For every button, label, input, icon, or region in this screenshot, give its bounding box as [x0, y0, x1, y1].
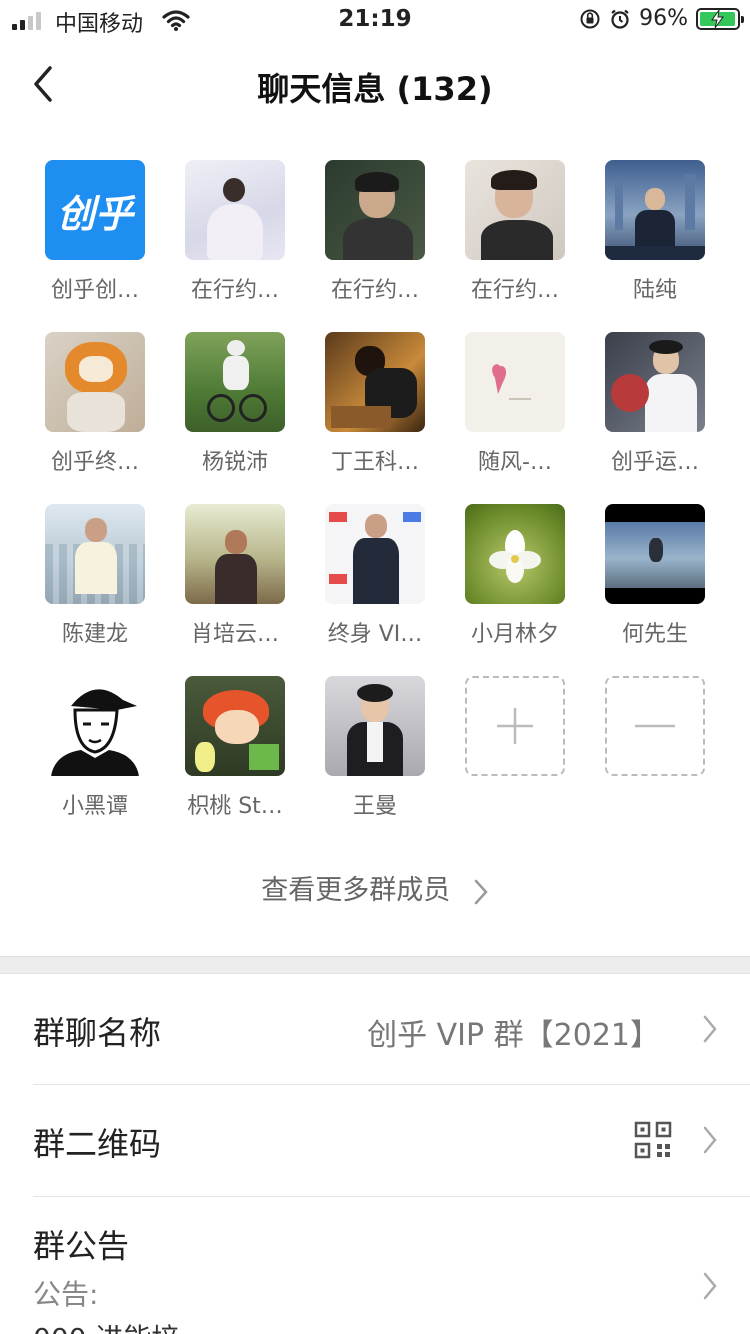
alarm-icon: [611, 9, 629, 29]
member-avatar[interactable]: [185, 676, 285, 776]
add-member-button[interactable]: [465, 676, 565, 776]
member-avatar[interactable]: [325, 504, 425, 604]
member-name: 在行约…: [470, 278, 559, 303]
group-notice-label: 群公告: [33, 1227, 130, 1265]
chevron-right-icon: [703, 1015, 717, 1043]
member-name: 陆纯: [632, 278, 677, 303]
member-item[interactable]: 陈建龙: [25, 504, 165, 648]
member-grid: 创乎 创乎创… 在行约… 在行约… 在行约… 陆纯 创乎终… 杨锐沛 丁王科… …: [25, 160, 725, 820]
member-avatar[interactable]: [325, 676, 425, 776]
member-name: 丁王科…: [330, 450, 419, 475]
member-name: 小黑谭: [61, 794, 128, 819]
group-name-value: 创乎 VIP 群【2021】: [367, 1018, 660, 1053]
remove-member-button[interactable]: [605, 676, 705, 776]
section-separator: [0, 956, 750, 974]
qr-code-icon: [634, 1121, 672, 1159]
status-bar: 中国移动 21:19 96%: [0, 0, 750, 42]
member-avatar[interactable]: [185, 504, 285, 604]
member-avatar[interactable]: [465, 160, 565, 260]
member-item[interactable]: 在行约…: [305, 160, 445, 304]
minus-icon: [635, 724, 675, 728]
group-name-label: 群聊名称: [33, 1014, 162, 1052]
member-avatar[interactable]: [325, 160, 425, 260]
battery-percent: 96%: [639, 6, 688, 31]
member-item[interactable]: 创乎终…: [25, 332, 165, 476]
member-name: 杨锐沛: [201, 450, 268, 475]
group-qr-label: 群二维码: [33, 1125, 162, 1163]
member-avatar[interactable]: [465, 504, 565, 604]
member-name: 在行约…: [190, 278, 279, 303]
group-name-row[interactable]: 群聊名称 创乎 VIP 群【2021】: [0, 974, 750, 1084]
member-item[interactable]: 丁王科…: [305, 332, 445, 476]
member-item[interactable]: 随风-…: [445, 332, 585, 476]
member-name: 肖培云…: [190, 622, 279, 647]
nav-header: 聊天信息 (132): [0, 42, 750, 130]
member-name: 小月林夕: [470, 622, 559, 647]
add-member-item[interactable]: [445, 676, 585, 820]
member-name: 随风-…: [478, 450, 552, 475]
member-item[interactable]: 杨锐沛: [165, 332, 305, 476]
member-item[interactable]: 终身 VI…: [305, 504, 445, 648]
plus-icon: [497, 708, 533, 744]
member-avatar[interactable]: [605, 160, 705, 260]
orientation-lock-icon: [580, 9, 600, 28]
view-more-members-label: 查看更多群成员: [261, 875, 451, 906]
member-avatar[interactable]: [45, 332, 145, 432]
member-name: 创乎创…: [50, 278, 139, 303]
member-name: 王曼: [352, 794, 397, 819]
member-name: 创乎运…: [610, 450, 699, 475]
member-item[interactable]: 小黑谭: [25, 676, 165, 820]
member-item[interactable]: 陆纯: [585, 160, 725, 304]
chevron-right-icon: [703, 1126, 717, 1154]
member-name: 何先生: [621, 622, 688, 647]
remove-member-item[interactable]: [585, 676, 725, 820]
member-item[interactable]: 小月林夕: [445, 504, 585, 648]
member-avatar[interactable]: [45, 504, 145, 604]
cartoon-face-icon: [51, 689, 139, 776]
member-item[interactable]: 在行约…: [445, 160, 585, 304]
member-avatar[interactable]: [45, 676, 145, 776]
member-item[interactable]: 何先生: [585, 504, 725, 648]
member-item[interactable]: 肖培云…: [165, 504, 305, 648]
group-qr-row[interactable]: 群二维码: [0, 1085, 750, 1195]
group-notice-row[interactable]: 群公告 公告: 000 进能培: [0, 1197, 750, 1334]
member-item[interactable]: 创乎运…: [585, 332, 725, 476]
logo-text: 创乎: [56, 191, 133, 236]
heart-icon: [492, 364, 531, 400]
group-notice-subtitle: 公告:: [33, 1278, 99, 1311]
page-title: 聊天信息 (132): [257, 70, 493, 108]
member-name: 在行约…: [330, 278, 419, 303]
chevron-right-icon: [474, 879, 488, 904]
member-avatar[interactable]: [605, 504, 705, 604]
member-name: 枳桃 St…: [187, 794, 283, 819]
member-avatar[interactable]: [185, 160, 285, 260]
member-name: 终身 VI…: [327, 622, 423, 647]
chevron-right-icon: [703, 1272, 717, 1300]
flower-icon: [489, 530, 541, 583]
member-avatar[interactable]: [185, 332, 285, 432]
battery-charging-icon: [696, 7, 744, 30]
member-item[interactable]: 在行约…: [165, 160, 305, 304]
member-avatar[interactable]: 创乎: [45, 160, 145, 260]
member-name: 陈建龙: [61, 622, 128, 647]
group-notice-content: 000 进能培: [33, 1317, 179, 1334]
member-avatar[interactable]: [605, 332, 705, 432]
member-item[interactable]: 创乎 创乎创…: [25, 160, 165, 304]
view-more-members[interactable]: 查看更多群成员: [0, 868, 750, 907]
member-item[interactable]: 枳桃 St…: [165, 676, 305, 820]
member-avatar[interactable]: [465, 332, 565, 432]
member-item[interactable]: 王曼: [305, 676, 445, 820]
member-name: 创乎终…: [50, 450, 139, 475]
member-avatar[interactable]: [325, 332, 425, 432]
